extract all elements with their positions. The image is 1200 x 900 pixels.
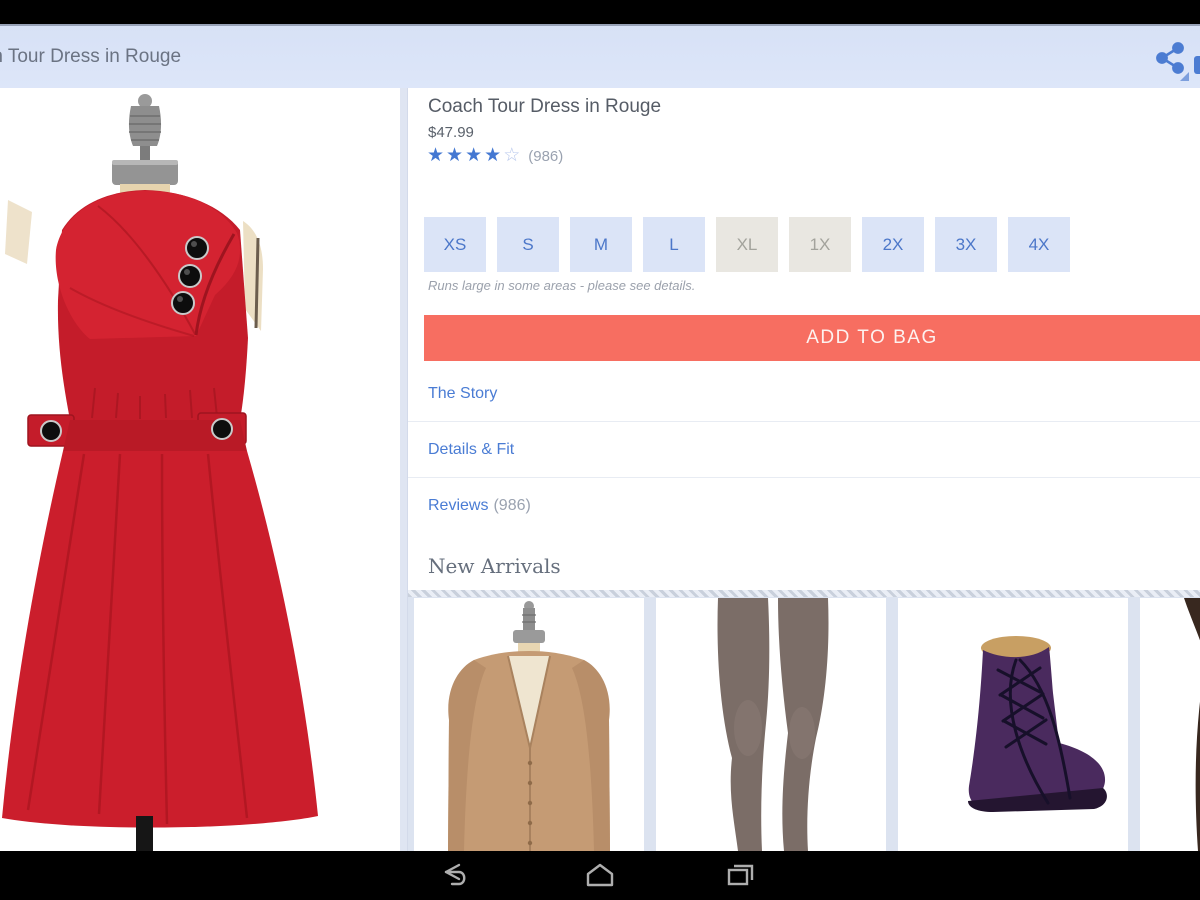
product-image[interactable] [0, 88, 400, 851]
reviews-count: (986) [493, 497, 530, 514]
star-filled-icon: ★ [465, 145, 484, 166]
size-button-l[interactable]: L [643, 217, 705, 272]
section-torn-edge [408, 590, 1200, 597]
size-button-s[interactable]: S [497, 217, 559, 272]
product-price: $47.99 [428, 124, 474, 141]
star-rating: ★★★★☆(986) [427, 144, 563, 167]
star-filled-icon: ★ [446, 145, 465, 166]
star-empty-icon: ☆ [503, 145, 522, 166]
add-to-bag-button[interactable]: ADD TO BAG [424, 315, 1200, 361]
detail-links: The Story Details & Fit Reviews(986) [408, 366, 1200, 534]
size-button-xs[interactable]: XS [424, 217, 486, 272]
link-details-fit[interactable]: Details & Fit [408, 422, 1200, 478]
cropped-action-icon [1194, 56, 1200, 74]
android-nav-bar [0, 851, 1200, 900]
share-icon[interactable] [1154, 40, 1188, 76]
size-button-xl: XL [716, 217, 778, 272]
tan-cardigan-thumb [414, 598, 644, 851]
status-bar [0, 0, 1200, 24]
arrival-card-tights[interactable] [656, 598, 886, 851]
home-icon[interactable] [583, 862, 617, 889]
size-button-4x[interactable]: 4X [1008, 217, 1070, 272]
new-arrivals-heading: New Arrivals [428, 554, 561, 578]
purple-boot-thumb [898, 598, 1128, 851]
share-history-corner-icon [1180, 72, 1189, 81]
arrival-card-cardigan[interactable] [414, 598, 644, 851]
back-icon[interactable] [438, 862, 472, 889]
arrival-card-partial[interactable] [1140, 598, 1200, 851]
product-detail-panel: Coach Tour Dress in Rouge $47.99 ★★★★☆(9… [408, 88, 1200, 851]
size-button-1x: 1X [789, 217, 851, 272]
link-reviews[interactable]: Reviews(986) [408, 478, 1200, 534]
app-bar: Coach Tour Dress in Rouge [0, 24, 1200, 88]
star-filled-icon: ★ [427, 145, 446, 166]
pane-divider [400, 88, 408, 851]
size-selector: XSSMLXL1X2X3X4X [424, 217, 1081, 272]
size-button-3x[interactable]: 3X [935, 217, 997, 272]
size-button-2x[interactable]: 2X [862, 217, 924, 272]
size-button-m[interactable]: M [570, 217, 632, 272]
red-dress-illustration [0, 88, 400, 851]
star-filled-icon: ★ [484, 145, 503, 166]
fit-note: Runs large in some areas - please see de… [428, 278, 695, 293]
recents-icon[interactable] [723, 862, 757, 889]
new-arrivals-section [408, 590, 1200, 851]
arrival-card-boot[interactable] [898, 598, 1128, 851]
app-bar-title: Coach Tour Dress in Rouge [0, 46, 181, 68]
dark-item-thumb [1140, 598, 1200, 851]
product-title: Coach Tour Dress in Rouge [428, 96, 661, 118]
link-the-story[interactable]: The Story [408, 366, 1200, 422]
gray-tights-thumb [656, 598, 886, 851]
review-count: (986) [528, 148, 563, 165]
